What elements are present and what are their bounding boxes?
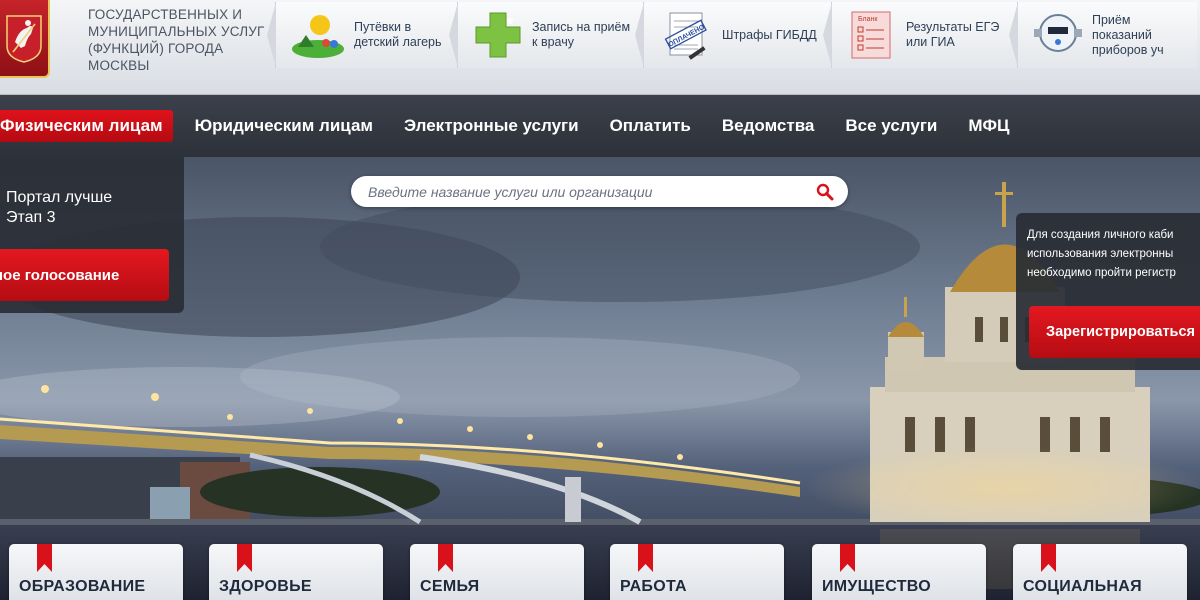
poll-vote-button-label: ное голосование [0, 266, 120, 284]
poll-text: Портал лучше Этап 3 [6, 188, 112, 228]
category-label: ИМУЩЕСТВО [822, 578, 931, 595]
site-header: ГОСУДАРСТВЕННЫХ И МУНИЦИПАЛЬНЫХ УСЛУГ (Ф… [0, 0, 1200, 95]
nav-item-individuals[interactable]: Физическим лицам [0, 110, 173, 142]
poll-vote-button[interactable]: ное голосование [0, 249, 169, 301]
main-navigation: Физическим лицам Юридическим лицам Элект… [0, 95, 1200, 157]
register-button-label: Зарегистрироваться [1046, 324, 1196, 340]
register-button[interactable]: Зарегистрироваться [1029, 306, 1200, 358]
quick-links-bar: Путёвки в детский лагерь Запись на приём… [267, 2, 1197, 68]
category-social[interactable]: СОЦИАЛЬНАЯ [1013, 544, 1187, 600]
st-george-emblem-icon [6, 15, 42, 63]
bookmark-icon [237, 544, 252, 572]
form-header-text: Бланк [858, 16, 878, 23]
nav-item-electronic-services[interactable]: Электронные услуги [404, 116, 579, 136]
nav-item-pay[interactable]: Оплатить [610, 116, 691, 136]
org-title: ГОСУДАРСТВЕННЫХ И МУНИЦИПАЛЬНЫХ УСЛУГ (Ф… [88, 7, 265, 73]
category-label: РАБОТА [620, 578, 687, 595]
nav-item-mfc[interactable]: МФЦ [968, 116, 1009, 136]
quick-link-exam-results[interactable]: Бланк Результаты ЕГЭ или ГИА [823, 2, 1017, 68]
nav-item-legal-entities[interactable]: Юридическим лицам [195, 116, 373, 136]
exam-form-icon: Бланк [846, 9, 898, 61]
bookmark-icon [840, 544, 855, 572]
registration-text-line2: использования электронны [1027, 248, 1174, 260]
hero-banner: Портал лучше Этап 3 ное голосование Для … [0, 157, 1200, 600]
category-label: СОЦИАЛЬНАЯ [1023, 578, 1142, 595]
bookmark-icon [1041, 544, 1056, 572]
quick-link-summer-camp[interactable]: Путёвки в детский лагерь [267, 2, 457, 68]
bookmark-icon [438, 544, 453, 572]
nav-item-all-services[interactable]: Все услуги [845, 116, 937, 136]
category-family[interactable]: СЕМЬЯ [410, 544, 584, 600]
registration-text: Для создания личного каби использования … [1027, 226, 1200, 283]
paid-fine-document-icon: ОПЛАЧЕНО [658, 9, 714, 61]
water-meter-icon [1032, 9, 1084, 61]
registration-panel: Для создания личного каби использования … [1016, 213, 1200, 370]
search-input[interactable] [351, 176, 801, 207]
category-label: ЗДОРОВЬЕ [219, 578, 312, 595]
quick-link-label: Результаты ЕГЭ или ГИА [906, 20, 1000, 49]
category-label: СЕМЬЯ [420, 578, 480, 595]
category-work[interactable]: РАБОТА [610, 544, 784, 600]
category-label: ОБРАЗОВАНИЕ [19, 578, 146, 595]
quick-link-label: Приём показаний приборов уч [1092, 12, 1164, 57]
quick-link-doctor-appointment[interactable]: Запись на приём к врачу [449, 2, 643, 68]
moscow-coat-of-arms-logo[interactable] [0, 0, 50, 78]
poll-panel: Портал лучше Этап 3 ное голосование [0, 157, 184, 313]
quick-link-label: Путёвки в детский лагерь [354, 20, 442, 49]
quick-link-traffic-fines[interactable]: ОПЛАЧЕНО Штрафы ГИБДД [635, 2, 831, 68]
category-health[interactable]: ЗДОРОВЬЕ [209, 544, 383, 600]
bookmark-icon [37, 544, 52, 572]
search-icon[interactable] [816, 183, 834, 201]
quick-link-meter-readings[interactable]: Приём показаний приборов уч [1009, 2, 1197, 68]
registration-text-line1: Для создания личного каби [1027, 229, 1174, 241]
registration-text-line3: необходимо пройти регистр [1027, 267, 1176, 279]
quick-link-label: Штрафы ГИБДД [722, 27, 817, 42]
summer-camp-icon [290, 9, 346, 61]
quick-link-label: Запись на приём к врачу [532, 20, 631, 49]
medical-cross-icon [472, 9, 524, 61]
service-search [351, 176, 848, 207]
category-property[interactable]: ИМУЩЕСТВО [812, 544, 986, 600]
nav-item-agencies[interactable]: Ведомства [722, 116, 815, 136]
poll-text-line2: Этап 3 [6, 209, 56, 226]
poll-text-line1: Портал лучше [6, 189, 113, 206]
category-education[interactable]: ОБРАЗОВАНИЕ [9, 544, 183, 600]
bookmark-icon [638, 544, 653, 572]
